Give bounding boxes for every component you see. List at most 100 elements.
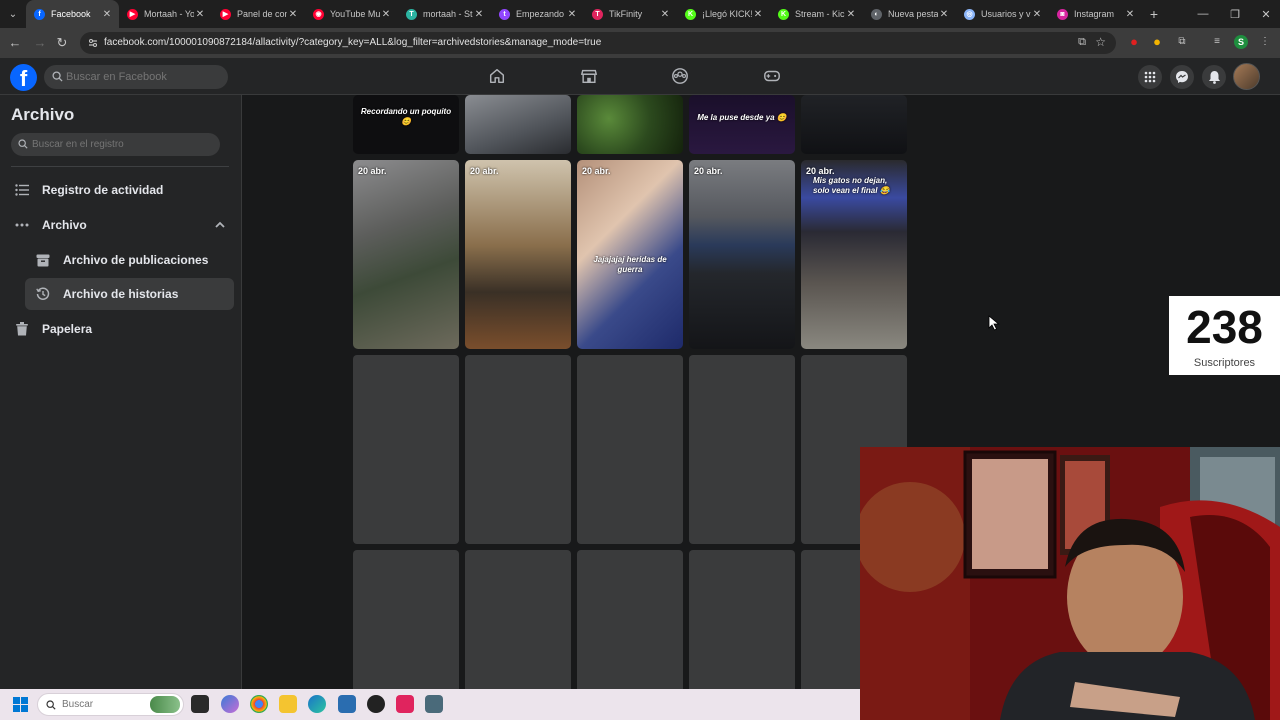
- copilot-icon[interactable]: [221, 695, 239, 713]
- url-text[interactable]: facebook.com/100001090872184/allactivity…: [104, 37, 601, 48]
- install-app-icon[interactable]: ⧉: [1078, 36, 1086, 49]
- browser-tab[interactable]: Tmortaah - St ✕: [398, 0, 491, 28]
- store-icon[interactable]: [338, 695, 356, 713]
- reload-icon[interactable]: ↻: [53, 34, 71, 52]
- sidebar-item-label: Archivo de historias: [63, 287, 179, 301]
- browser-tab[interactable]: f Facebook ✕: [26, 0, 119, 28]
- facebook-search-box[interactable]: [44, 65, 228, 89]
- chrome-menu-icon[interactable]: ⋮: [1258, 35, 1272, 49]
- menu-grid-icon[interactable]: [1138, 65, 1162, 89]
- browser-tab[interactable]: t Empezando ✕: [491, 0, 584, 28]
- browser-tab[interactable]: ◉ YouTube Mu ✕: [305, 0, 398, 28]
- archive-sidebar: Archivo Registro de actividad Archivo Ar…: [0, 95, 242, 689]
- minimize-icon[interactable]: —: [1187, 0, 1219, 28]
- sidebar-item-post-archive[interactable]: Archivo de publicaciones: [25, 244, 234, 276]
- story-card[interactable]: [465, 95, 571, 154]
- story-card[interactable]: 20 abr. Mis gatos no dejan, solo vean el…: [801, 160, 907, 349]
- browser-tab[interactable]: ◐ Nueva pesta ✕: [863, 0, 956, 28]
- address-bar[interactable]: facebook.com/100001090872184/allactivity…: [80, 32, 1116, 54]
- calculator-icon[interactable]: [425, 695, 443, 713]
- browser-tab[interactable]: ▶ Mortaah - Yo ✕: [119, 0, 212, 28]
- browser-tab[interactable]: K Stream - Kic ✕: [770, 0, 863, 28]
- file-explorer-icon[interactable]: [279, 695, 297, 713]
- chrome-profile-icon[interactable]: S: [1234, 35, 1248, 49]
- activity-search-box[interactable]: [11, 133, 220, 156]
- media-controls-icon[interactable]: ≡: [1210, 35, 1224, 49]
- tab-label: TikFinity: [609, 9, 643, 19]
- close-tab-icon[interactable]: ✕: [473, 9, 485, 20]
- tab-label: ¡Llegó KICK!: [702, 9, 752, 19]
- close-tab-icon[interactable]: ✕: [659, 9, 671, 20]
- close-tab-icon[interactable]: ✕: [194, 9, 206, 20]
- windows-start-icon[interactable]: [13, 697, 28, 712]
- activity-search-input[interactable]: [32, 133, 217, 156]
- close-tab-icon[interactable]: ✕: [380, 9, 392, 20]
- story-card[interactable]: [801, 95, 907, 154]
- tikfinity-icon[interactable]: [396, 695, 414, 713]
- story-card[interactable]: [577, 95, 683, 154]
- marketplace-icon[interactable]: [580, 67, 598, 85]
- taskbar-search-box[interactable]: [37, 693, 184, 716]
- extensions-puzzle-icon[interactable]: ⧉: [1175, 35, 1189, 49]
- groups-icon[interactable]: [671, 67, 689, 85]
- close-tab-icon[interactable]: ✕: [938, 9, 950, 20]
- story-card[interactable]: Me la puse desde ya 😊: [689, 95, 795, 154]
- color-extension-icon[interactable]: ●: [1150, 35, 1164, 49]
- close-tab-icon[interactable]: ✕: [1031, 9, 1043, 20]
- story-card[interactable]: 20 abr.: [353, 160, 459, 349]
- story-card[interactable]: Recordando un poquito 😊: [353, 95, 459, 154]
- browser-tab[interactable]: ◎ Usuarios y v ✕: [956, 0, 1049, 28]
- site-info-icon[interactable]: [88, 38, 98, 48]
- right-empty-pane: [1040, 95, 1280, 447]
- task-view-icon[interactable]: [191, 695, 209, 713]
- opera-extension-icon[interactable]: ●: [1127, 35, 1141, 49]
- back-icon[interactable]: ←: [6, 34, 24, 52]
- new-tab-button[interactable]: +: [1142, 6, 1166, 22]
- gaming-icon[interactable]: [763, 67, 781, 85]
- sidebar-item-archive[interactable]: Archivo: [11, 209, 231, 241]
- browser-tab[interactable]: T TikFinity ✕: [584, 0, 677, 28]
- story-card[interactable]: 20 abr.: [465, 160, 571, 349]
- close-tab-icon[interactable]: ✕: [287, 9, 299, 20]
- notifications-icon[interactable]: [1202, 65, 1226, 89]
- edge-icon[interactable]: [308, 695, 326, 713]
- taskbar-search-input[interactable]: [62, 694, 152, 715]
- close-tab-icon[interactable]: ✕: [1124, 9, 1136, 20]
- facebook-logo-icon[interactable]: f: [10, 64, 37, 91]
- tab-search-chevron-icon[interactable]: ⌄: [0, 0, 26, 28]
- search-icon: [18, 139, 28, 149]
- facebook-search-input[interactable]: [66, 65, 224, 89]
- browser-tab[interactable]: ◙ Instagram ✕: [1049, 0, 1142, 28]
- sidebar-item-label: Archivo de publicaciones: [63, 253, 209, 267]
- close-tab-icon[interactable]: ✕: [845, 9, 857, 20]
- chrome-taskbar-icon[interactable]: [250, 695, 268, 713]
- home-icon[interactable]: [488, 67, 506, 85]
- tab-favicon-icon: T: [406, 8, 417, 20]
- sidebar-item-label: Archivo: [42, 218, 87, 232]
- story-card[interactable]: 20 abr.: [689, 160, 795, 349]
- subscriber-count: 238: [1186, 301, 1263, 353]
- restore-icon[interactable]: ❐: [1219, 0, 1251, 28]
- browser-tab[interactable]: K ¡Llegó KICK! ✕: [677, 0, 770, 28]
- browser-tab[interactable]: ▶ Panel de con ✕: [212, 0, 305, 28]
- story-date: 20 abr.: [806, 166, 835, 176]
- close-tab-icon[interactable]: ✕: [566, 9, 578, 20]
- sidebar-item-trash[interactable]: Papelera: [11, 313, 231, 345]
- sidebar-item-activity-log[interactable]: Registro de actividad: [11, 174, 231, 206]
- obs-icon[interactable]: [367, 695, 385, 713]
- forward-icon[interactable]: →: [31, 34, 49, 52]
- sidebar-item-story-archive[interactable]: Archivo de historias: [25, 278, 234, 310]
- webcam-overlay: [860, 447, 1280, 720]
- story-date: 20 abr.: [694, 166, 723, 176]
- bookmark-star-icon[interactable]: ☆: [1095, 35, 1106, 49]
- close-tab-icon[interactable]: ✕: [752, 9, 764, 20]
- search-icon: [52, 71, 63, 82]
- profile-avatar[interactable]: [1233, 63, 1260, 90]
- messenger-icon[interactable]: [1170, 65, 1194, 89]
- tab-favicon-icon: ◎: [964, 8, 975, 20]
- close-tab-icon[interactable]: ✕: [101, 9, 113, 20]
- close-window-icon[interactable]: ✕: [1250, 0, 1280, 28]
- chevron-up-icon[interactable]: [215, 221, 225, 228]
- story-card[interactable]: 20 abr. Jajajajaj heridas de guerra: [577, 160, 683, 349]
- tab-favicon-icon: K: [778, 8, 789, 20]
